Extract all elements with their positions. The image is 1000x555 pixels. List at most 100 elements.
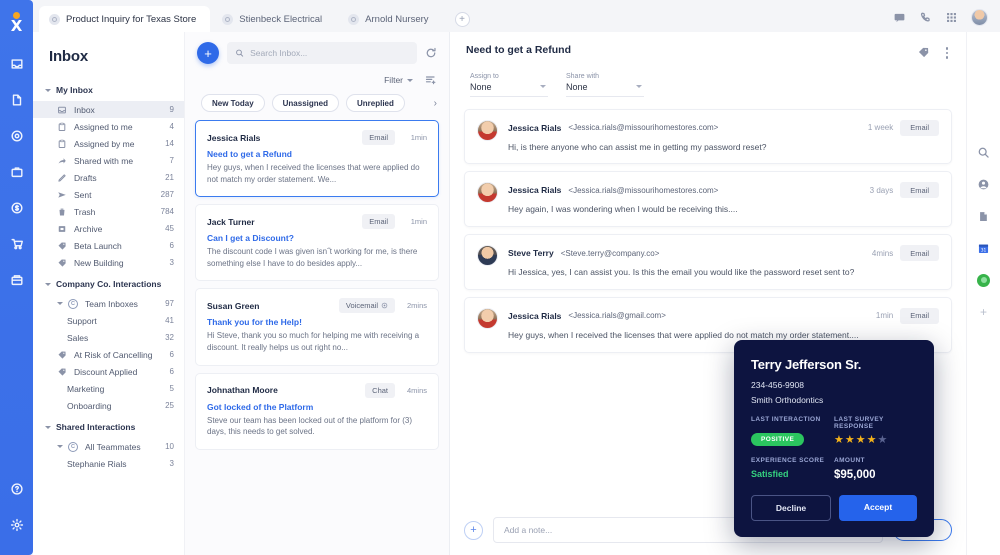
share-with-select[interactable]: Share with None <box>566 73 644 97</box>
assign-to-select[interactable]: Assign to None <box>470 73 548 97</box>
sidebar-item-discount-applied[interactable]: Discount Applied 6 <box>33 363 184 380</box>
conversation-item-johnathan-moore[interactable]: Johnathan Moore Chat 4mins Got locked of… <box>195 372 439 450</box>
right-icon-rail: 31 + <box>966 32 1000 555</box>
accept-button[interactable]: Accept <box>839 495 917 521</box>
folder-group-header[interactable]: My Inbox <box>33 79 184 101</box>
contact-phone: 234-456-9908 <box>751 380 804 390</box>
conversation-list: Jessica Rials Email 1min Need to get a R… <box>185 120 449 555</box>
tag-icon[interactable] <box>917 46 930 59</box>
compose-add-button[interactable]: + <box>464 520 483 540</box>
sidebar-item-label: Sent <box>74 189 92 200</box>
sidebar-item-count: 7 <box>169 156 174 165</box>
filter-dropdown[interactable]: Filter <box>384 75 413 85</box>
kebab-menu-icon[interactable] <box>944 45 951 61</box>
sidebar-item-stephanie-rials[interactable]: Stephanie Rials 3 <box>33 455 184 472</box>
conversation-item-jessica-rials[interactable]: Jessica Rials Email 1min Need to get a R… <box>195 120 439 198</box>
new-conversation-button[interactable]: + <box>197 42 219 64</box>
message-item[interactable]: Jessica Rials <Jessica.rials@missourihom… <box>464 171 952 227</box>
search-icon[interactable] <box>976 144 992 160</box>
conversation-item-susan-green[interactable]: Susan Green Voicemail 2mins Thank you fo… <box>195 288 439 366</box>
sidebar-item-support[interactable]: Support 41 <box>33 312 184 329</box>
amount-label: AMOUNT <box>834 457 865 464</box>
tab-arnold-nursery[interactable]: Arnold Nursery <box>338 6 442 32</box>
assigned-icon <box>57 122 67 132</box>
conversation-channel-badge: Voicemail <box>338 298 395 314</box>
chip-unreplied[interactable]: Unreplied <box>345 94 405 112</box>
chip-unassigned[interactable]: Unassigned <box>271 94 339 112</box>
contact-company: Smith Orthodontics <box>751 395 824 405</box>
chips-next-button[interactable]: › <box>434 98 439 109</box>
assign-to-value: None <box>470 81 492 92</box>
group-icon: C <box>68 441 78 452</box>
message-item[interactable]: Jessica Rials <Jessica.rials@missourihom… <box>464 108 952 165</box>
sidebar-item-archive[interactable]: Archive 45 <box>33 220 184 237</box>
sidebar-item-assigned-by-me[interactable]: Assigned by me 14 <box>33 135 184 152</box>
message-header: Jessica Rials <Jessica.rials@gmail.com> … <box>508 307 939 324</box>
conversation-subject: Got locked of the Platform <box>207 401 314 412</box>
rail-item-settings-icon[interactable] <box>4 511 30 539</box>
refresh-icon[interactable] <box>425 47 437 59</box>
tab-product-inquiry[interactable]: Product Inquiry for Texas Store <box>39 6 211 32</box>
rail-item-dollar-icon[interactable] <box>4 194 30 222</box>
search-input[interactable] <box>250 48 409 58</box>
sidebar-item-new-building[interactable]: New Building 3 <box>33 254 184 271</box>
sidebar-item-team-inboxes[interactable]: C Team Inboxes 97 <box>33 295 184 312</box>
rail-item-target-icon[interactable] <box>4 122 30 150</box>
sidebar-item-label: At Risk of Cancelling <box>74 349 153 360</box>
sidebar-item-label: Beta Launch <box>74 240 122 251</box>
user-avatar[interactable] <box>971 9 988 26</box>
share-with-label: Share with <box>566 72 600 80</box>
star-rating: ★★★★★ <box>834 434 889 446</box>
sidebar-item-all-teammates[interactable]: C All Teammates 10 <box>33 438 184 455</box>
sidebar-item-label: Shared with me <box>74 155 134 166</box>
message-channel-badge: Email <box>900 182 939 199</box>
sidebar-item-sent[interactable]: Sent 287 <box>33 186 184 203</box>
sidebar-item-onboarding[interactable]: Onboarding 25 <box>33 397 184 414</box>
avatar <box>477 182 498 204</box>
rail-item-cart-icon[interactable] <box>4 230 30 258</box>
folder-group-header[interactable]: Shared Interactions <box>33 416 184 438</box>
rail-item-help-icon[interactable] <box>4 475 30 503</box>
apps-grid-icon[interactable] <box>945 11 958 24</box>
sidebar-item-marketing[interactable]: Marketing 5 <box>33 380 184 397</box>
folder-group-header[interactable]: Company Co. Interactions <box>33 273 184 295</box>
document-icon[interactable] <box>976 208 992 224</box>
rail-item-document-icon[interactable] <box>4 86 30 114</box>
conversation-sender: Johnathan Moore <box>207 385 278 396</box>
tab-stienbeck-electrical[interactable]: Stienbeck Electrical <box>212 6 336 32</box>
sidebar-item-beta-launch[interactable]: Beta Launch 6 <box>33 237 184 254</box>
decline-button[interactable]: Decline <box>751 495 831 521</box>
sidebar-item-at-risk-of-cancelling[interactable]: At Risk of Cancelling 6 <box>33 346 184 363</box>
search-input-wrapper[interactable] <box>227 42 417 64</box>
message-sender: Steve Terry <box>508 248 554 258</box>
calendar-icon[interactable]: 31 <box>976 240 992 256</box>
thread-header: Need to get a Refund Assign to None Shar… <box>450 32 966 97</box>
sort-add-icon[interactable] <box>425 74 437 86</box>
rail-item-grid-icon[interactable] <box>4 266 30 294</box>
status-badge: POSITIVE <box>751 433 805 446</box>
add-icon[interactable]: + <box>976 304 992 320</box>
chip-new-today[interactable]: New Today <box>201 94 265 112</box>
message-time: 1min <box>875 311 894 321</box>
phone-icon[interactable] <box>919 11 932 24</box>
green-app-icon[interactable] <box>976 272 992 288</box>
chat-icon[interactable] <box>893 11 906 24</box>
sidebar-item-label: Assigned by me <box>74 138 135 149</box>
sidebar-item-shared-with-me[interactable]: Shared with me 7 <box>33 152 184 169</box>
logo-icon[interactable]: X <box>6 12 28 36</box>
sidebar-item-label: Onboarding <box>67 400 112 411</box>
rail-item-briefcase-icon[interactable] <box>4 158 30 186</box>
contact-icon[interactable] <box>976 176 992 192</box>
sidebar-item-assigned-to-me[interactable]: Assigned to me 4 <box>33 118 184 135</box>
sidebar-item-sales[interactable]: Sales 32 <box>33 329 184 346</box>
sidebar-item-trash[interactable]: Trash 784 <box>33 203 184 220</box>
sidebar-item-drafts[interactable]: Drafts 21 <box>33 169 184 186</box>
avatar <box>477 245 498 266</box>
message-item[interactable]: Steve Terry <Steve.terry@company.co> 4mi… <box>464 234 952 290</box>
conversation-item-jack-turner[interactable]: Jack Turner Email 1min Can I get a Disco… <box>195 204 439 282</box>
sidebar-item-inbox[interactable]: Inbox 9 <box>33 101 184 118</box>
rail-item-inbox-icon[interactable] <box>4 50 30 78</box>
add-tab-button[interactable]: + <box>454 12 470 27</box>
sidebar-item-label: Drafts <box>74 172 97 183</box>
sidebar-item-label: All Teammates <box>85 441 141 452</box>
